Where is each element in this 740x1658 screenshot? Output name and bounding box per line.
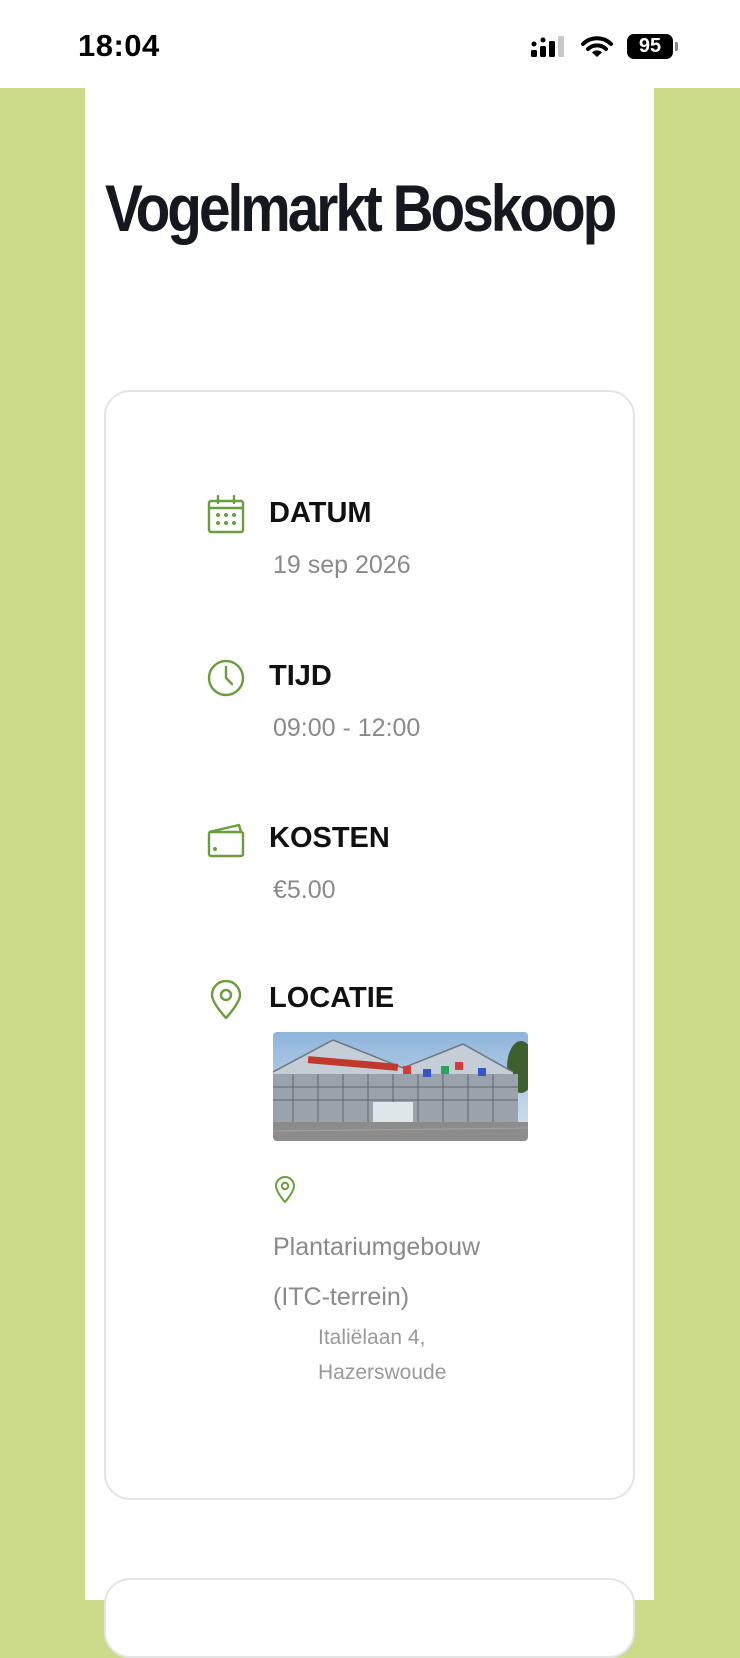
battery-icon: 95 [627, 34, 678, 59]
time-value: 09:00 - 12:00 [273, 714, 421, 742]
battery-level: 95 [627, 34, 673, 59]
date-value: 19 sep 2026 [273, 551, 411, 579]
wifi-icon [581, 35, 613, 59]
calendar-icon [206, 495, 246, 535]
venue-pin-icon [273, 1176, 297, 1209]
location-photo[interactable] [273, 1032, 528, 1141]
event-info-card: DATUM 19 sep 2026 TIJD 09:00 - 12:00 KOS… [104, 390, 635, 1500]
wallet-icon [206, 820, 246, 860]
page-panel: Vogelmarkt Boskoop DATUM 19 sep 2026 TIJ… [85, 88, 654, 1658]
time-label: TIJD [269, 660, 332, 692]
venue-name: Plantariumgebouw (ITC-terrein) [273, 1233, 481, 1311]
status-time: 18:04 [78, 28, 160, 63]
status-icons: 95 [531, 34, 678, 59]
clock-icon [206, 658, 246, 698]
status-bar: 18:04 95 [0, 0, 740, 88]
location-label: LOCATIE [269, 982, 395, 1014]
cost-label: KOSTEN [269, 822, 390, 854]
venue-address: Italiëlaan 4, Hazerswoude [318, 1326, 447, 1384]
date-label: DATUM [269, 497, 372, 529]
map-pin-icon [206, 980, 246, 1020]
cellular-signal-icon [531, 35, 567, 59]
next-card [104, 1578, 635, 1658]
cost-value: €5.00 [273, 876, 336, 904]
page-title: Vogelmarkt Boskoop [105, 171, 617, 245]
